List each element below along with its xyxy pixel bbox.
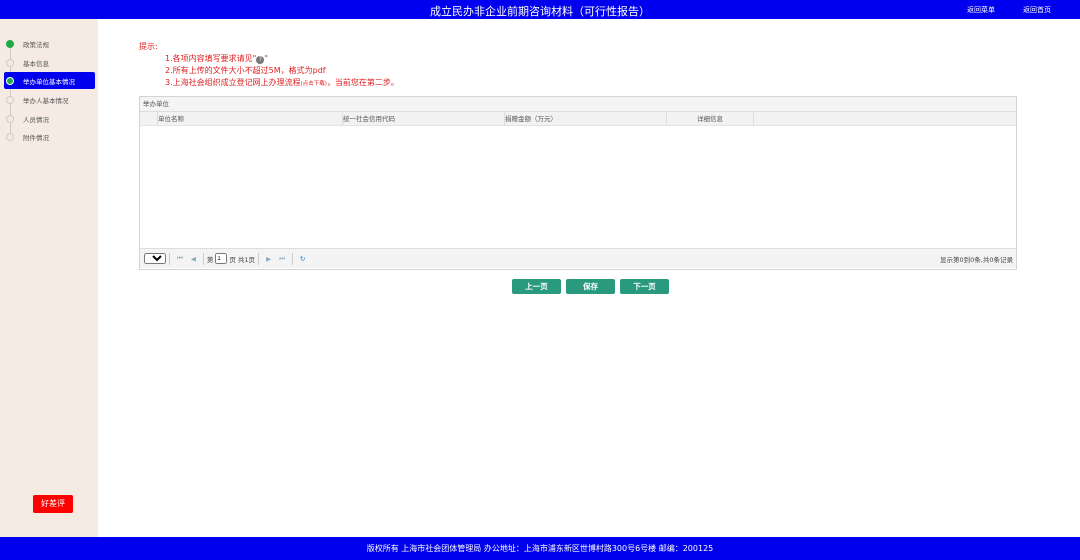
prev-step-button[interactable]: 上一页 (512, 279, 561, 294)
step-done-icon (6, 39, 14, 48)
tip-line-1: 1.各项内容填写要求请见" (165, 54, 257, 63)
next-step-button[interactable]: 下一页 (620, 279, 669, 294)
step-organizer-person[interactable]: 举办人基本情况 (4, 91, 95, 108)
step-pending-icon (6, 114, 14, 123)
step-organizer-unit[interactable]: 举办单位基本情况 (4, 72, 95, 89)
step-policy[interactable]: 政策法规 (4, 35, 95, 52)
first-page-icon[interactable]: ⏮ (177, 254, 183, 263)
refresh-icon[interactable]: ↻ (300, 255, 305, 263)
step-pending-icon (6, 95, 14, 104)
step-label: 举办单位基本情况 (23, 77, 75, 86)
step-label: 基本信息 (23, 59, 49, 68)
column-header[interactable]: 统一社会信用代码 (343, 112, 505, 125)
page-total: 页 共1页 (229, 255, 256, 264)
grid-pager: 10 ⏮ ◀ 第 页 共1页 ▶ ⏭ ↻ 显示第0到0条,共0条记录 (140, 248, 1016, 268)
pager-info: 显示第0到0条,共0条记录 (940, 255, 1013, 264)
step-pending-icon (6, 58, 14, 67)
step-label: 附件情况 (23, 133, 49, 142)
tips-title: 提示: (139, 42, 158, 51)
step-sidebar: 政策法规 基本信息 举办单位基本情况 举办人基本情况 人员情况 附件情况 好差评 (0, 19, 98, 537)
save-button[interactable]: 保存 (566, 279, 615, 294)
back-to-menu-link[interactable]: 返回菜单 (967, 5, 995, 15)
grid-header: 单位名称 统一社会信用代码 捐赠金额（万元） 详细信息 (140, 112, 1016, 126)
header-bar: 成立民办非企业前期咨询材料（可行性报告） 返回菜单 返回首页 (0, 0, 1080, 19)
column-header[interactable]: 详细信息 (667, 112, 754, 125)
back-to-home-link[interactable]: 返回首页 (1023, 5, 1051, 15)
prev-page-icon[interactable]: ◀ (191, 255, 196, 263)
grid-caption: 举办单位 (140, 97, 1016, 112)
tips-panel: 提示: 1.各项内容填写要求请见"? " 2.所有上传的文件大小不超过5M，格式为… (139, 41, 399, 90)
step-current-icon (6, 76, 14, 85)
step-label: 人员情况 (23, 115, 49, 124)
grid-body (140, 126, 1016, 248)
tip-line-2: 2.所有上传的文件大小不超过5M，格式为pdf (165, 66, 326, 75)
organizer-unit-grid: 举办单位 单位名称 统一社会信用代码 捐赠金额（万元） 详细信息 10 ⏮ ◀ … (139, 96, 1017, 270)
step-pending-icon (6, 132, 14, 141)
step-personnel[interactable]: 人员情况 (4, 110, 95, 127)
page-size-select[interactable]: 10 (144, 253, 166, 264)
tip-line-1-end: " (264, 54, 268, 63)
column-header[interactable]: 单位名称 (158, 112, 343, 125)
next-page-icon[interactable]: ▶ (266, 255, 271, 263)
footer: 版权所有 上海市社会团体管理局 办公地址：上海市浦东新区世博村路300号6号楼 … (0, 537, 1080, 560)
download-process-link[interactable]: (点击下载) (301, 81, 327, 87)
page-title: 成立民办非企业前期咨询材料（可行性报告） (430, 5, 650, 18)
step-attachments[interactable]: 附件情况 (4, 128, 95, 145)
column-header[interactable]: 捐赠金额（万元） (505, 112, 667, 125)
last-page-icon[interactable]: ⏭ (279, 254, 285, 263)
step-label: 举办人基本情况 (23, 96, 69, 105)
step-label: 政策法规 (23, 40, 49, 49)
rating-button[interactable]: 好差评 (33, 495, 73, 513)
step-basic-info[interactable]: 基本信息 (4, 54, 95, 71)
tip-line-3: 3.上海社会组织成立登记网上办理流程 (165, 78, 301, 87)
row-number-header (140, 112, 158, 125)
page-number-input[interactable] (215, 253, 228, 264)
tip-line-3-end: ，当前您在第二步。 (326, 78, 399, 87)
page-prefix: 第 (206, 255, 214, 264)
